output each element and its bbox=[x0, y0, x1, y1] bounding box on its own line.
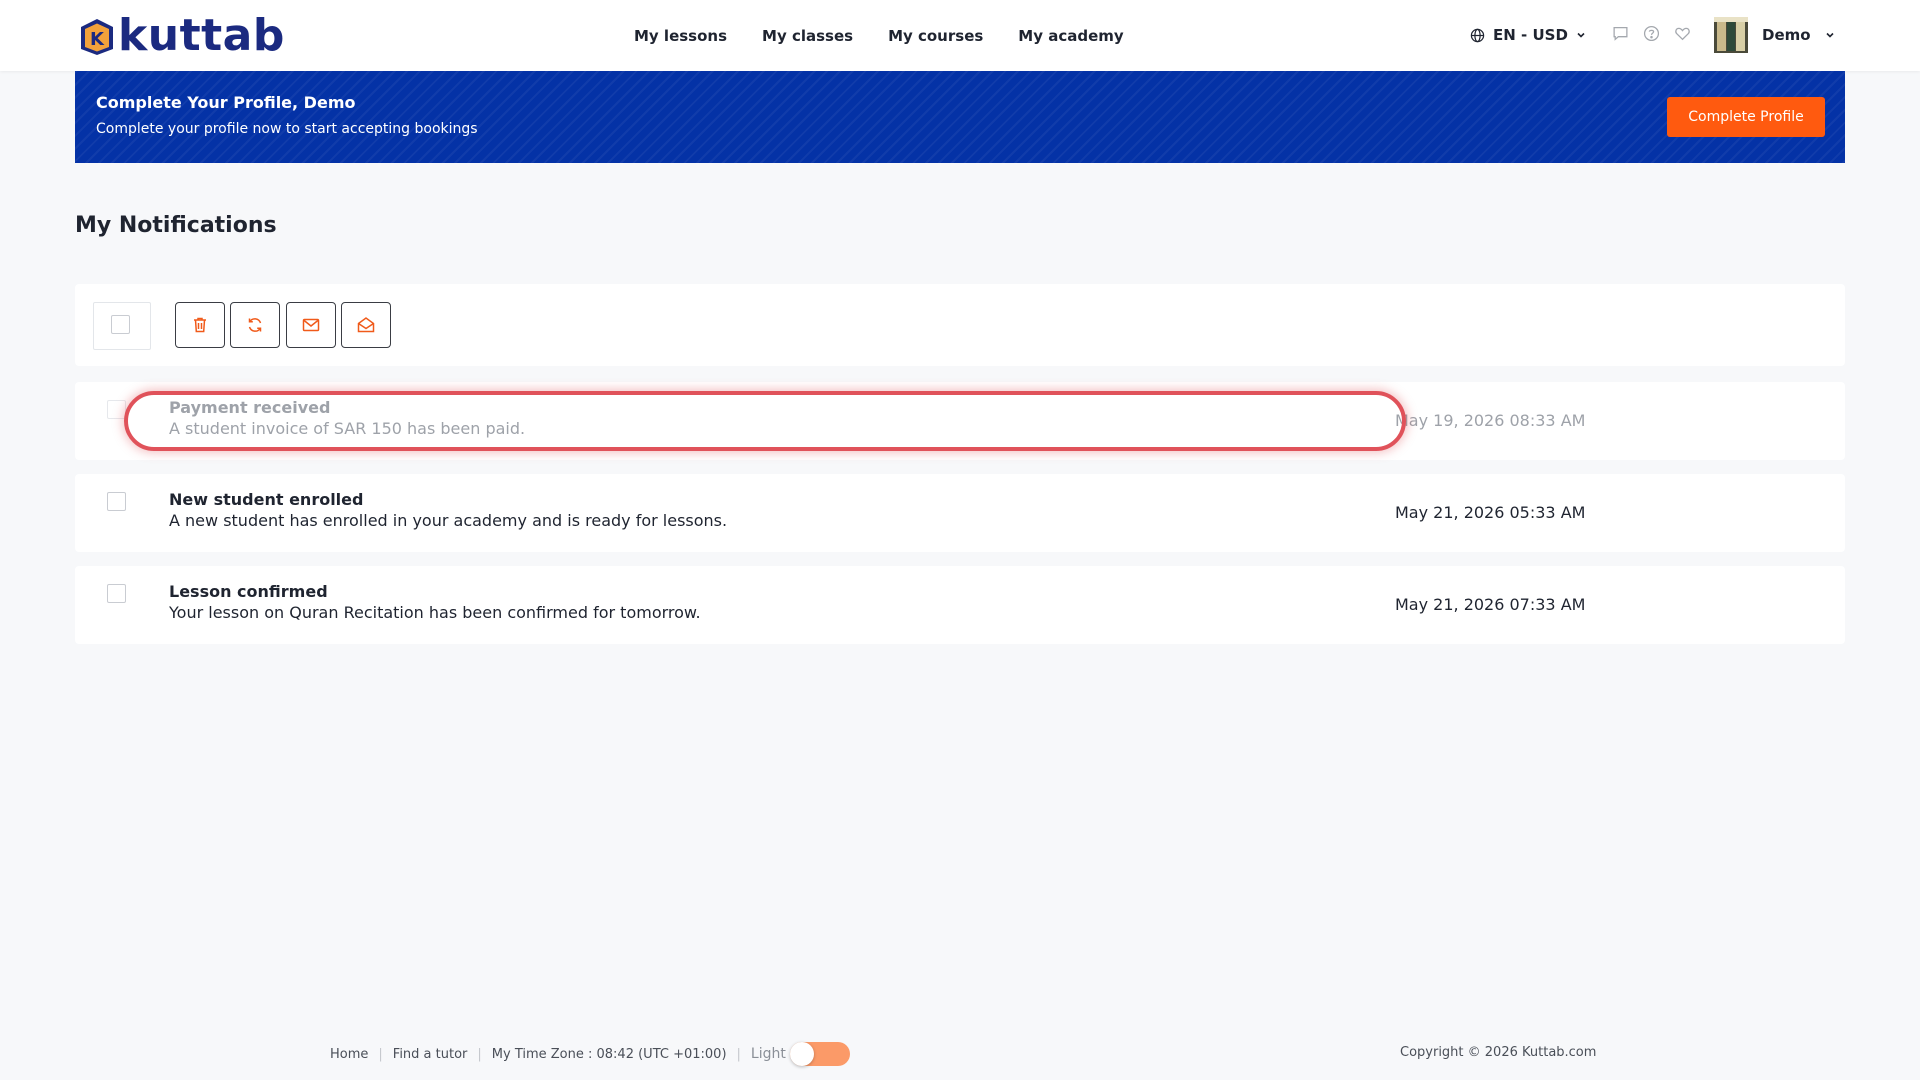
notification-row[interactable]: Lesson confirmed Your lesson on Quran Re… bbox=[75, 566, 1845, 644]
footer-separator: | bbox=[378, 1046, 383, 1062]
notification-row[interactable]: New student enrolled A new student has e… bbox=[75, 474, 1845, 552]
notification-title: New student enrolled bbox=[169, 490, 364, 509]
notification-title: Lesson confirmed bbox=[169, 582, 328, 601]
logo-text: kuttab bbox=[118, 10, 285, 61]
top-navbar: K kuttab My lessons My classes My course… bbox=[0, 0, 1920, 71]
language-currency-label: EN - USD bbox=[1493, 26, 1568, 44]
select-all-wrapper bbox=[93, 302, 151, 350]
notification-date: May 21, 2026 05:33 AM bbox=[1395, 503, 1586, 522]
notification-body: A student invoice of SAR 150 has been pa… bbox=[169, 419, 526, 438]
avatar bbox=[1714, 17, 1748, 53]
logo-mark-icon: K bbox=[81, 19, 113, 55]
footer-separator: | bbox=[477, 1046, 482, 1062]
notification-title: Payment received bbox=[169, 398, 331, 417]
notification-body: A new student has enrolled in your acade… bbox=[169, 511, 728, 530]
notification-body: Your lesson on Quran Recitation has been… bbox=[169, 603, 701, 622]
footer-links: Home | Find a tutor | My Time Zone : 08:… bbox=[330, 1042, 850, 1066]
notification-content: Payment received A student invoice of SA… bbox=[169, 398, 525, 440]
mark-read-button[interactable] bbox=[341, 302, 391, 348]
mail-closed-icon bbox=[302, 318, 320, 332]
refresh-button[interactable] bbox=[230, 302, 280, 348]
notification-date: May 19, 2026 08:33 AM bbox=[1395, 411, 1586, 430]
notification-checkbox[interactable] bbox=[107, 492, 126, 511]
globe-icon bbox=[1470, 28, 1485, 42]
chevron-down-icon bbox=[1577, 32, 1585, 38]
page-title: My Notifications bbox=[75, 213, 277, 238]
banner-subtitle: Complete your profile now to start accep… bbox=[96, 121, 478, 137]
nav-my-academy[interactable]: My academy bbox=[1018, 27, 1123, 45]
copyright-text: Copyright © 2026 Kuttab.com bbox=[1400, 1045, 1597, 1060]
notification-content: New student enrolled A new student has e… bbox=[169, 490, 727, 532]
footer-link-home[interactable]: Home bbox=[330, 1047, 368, 1062]
trash-icon bbox=[194, 317, 206, 333]
main-nav: My lessons My classes My courses My acad… bbox=[634, 0, 1124, 71]
theme-toggle-knob bbox=[789, 1042, 814, 1066]
select-all-checkbox[interactable] bbox=[111, 315, 130, 334]
complete-profile-banner: Complete Your Profile, Demo Complete you… bbox=[75, 71, 1845, 163]
notification-checkbox[interactable] bbox=[107, 400, 126, 419]
timezone-label: My Time Zone : 08:42 (UTC +01:00) bbox=[491, 1046, 727, 1062]
nav-my-classes[interactable]: My classes bbox=[762, 27, 853, 45]
header-icons bbox=[1612, 25, 1691, 42]
kuttab-logo[interactable]: K kuttab bbox=[77, 12, 285, 60]
mark-unread-button[interactable] bbox=[286, 302, 336, 348]
nav-my-lessons[interactable]: My lessons bbox=[634, 27, 727, 45]
theme-label: Light bbox=[750, 1046, 786, 1062]
chat-icon[interactable] bbox=[1612, 25, 1629, 42]
user-menu[interactable]: Demo bbox=[1714, 17, 1835, 53]
notification-checkbox[interactable] bbox=[107, 584, 126, 603]
footer-separator: | bbox=[736, 1046, 741, 1062]
theme-toggle[interactable] bbox=[789, 1042, 850, 1066]
mail-open-icon bbox=[357, 317, 375, 333]
heart-icon[interactable] bbox=[1674, 25, 1691, 42]
refresh-icon bbox=[248, 318, 262, 332]
notification-date: May 21, 2026 07:33 AM bbox=[1395, 595, 1586, 614]
footer-link-find-a-tutor[interactable]: Find a tutor bbox=[393, 1047, 468, 1062]
help-icon[interactable] bbox=[1643, 25, 1660, 42]
banner-title: Complete Your Profile, Demo bbox=[96, 93, 356, 112]
user-name: Demo bbox=[1762, 26, 1811, 44]
logo-letter: K bbox=[90, 29, 105, 50]
nav-my-courses[interactable]: My courses bbox=[888, 27, 983, 45]
chevron-down-icon bbox=[1825, 32, 1834, 38]
notifications-toolbar bbox=[75, 284, 1845, 366]
delete-button[interactable] bbox=[175, 302, 225, 348]
notification-content: Lesson confirmed Your lesson on Quran Re… bbox=[169, 582, 701, 624]
notification-row[interactable]: Payment received A student invoice of SA… bbox=[75, 382, 1845, 460]
language-currency-selector[interactable]: EN - USD bbox=[1470, 24, 1586, 46]
complete-profile-button[interactable]: Complete Profile bbox=[1667, 97, 1825, 137]
